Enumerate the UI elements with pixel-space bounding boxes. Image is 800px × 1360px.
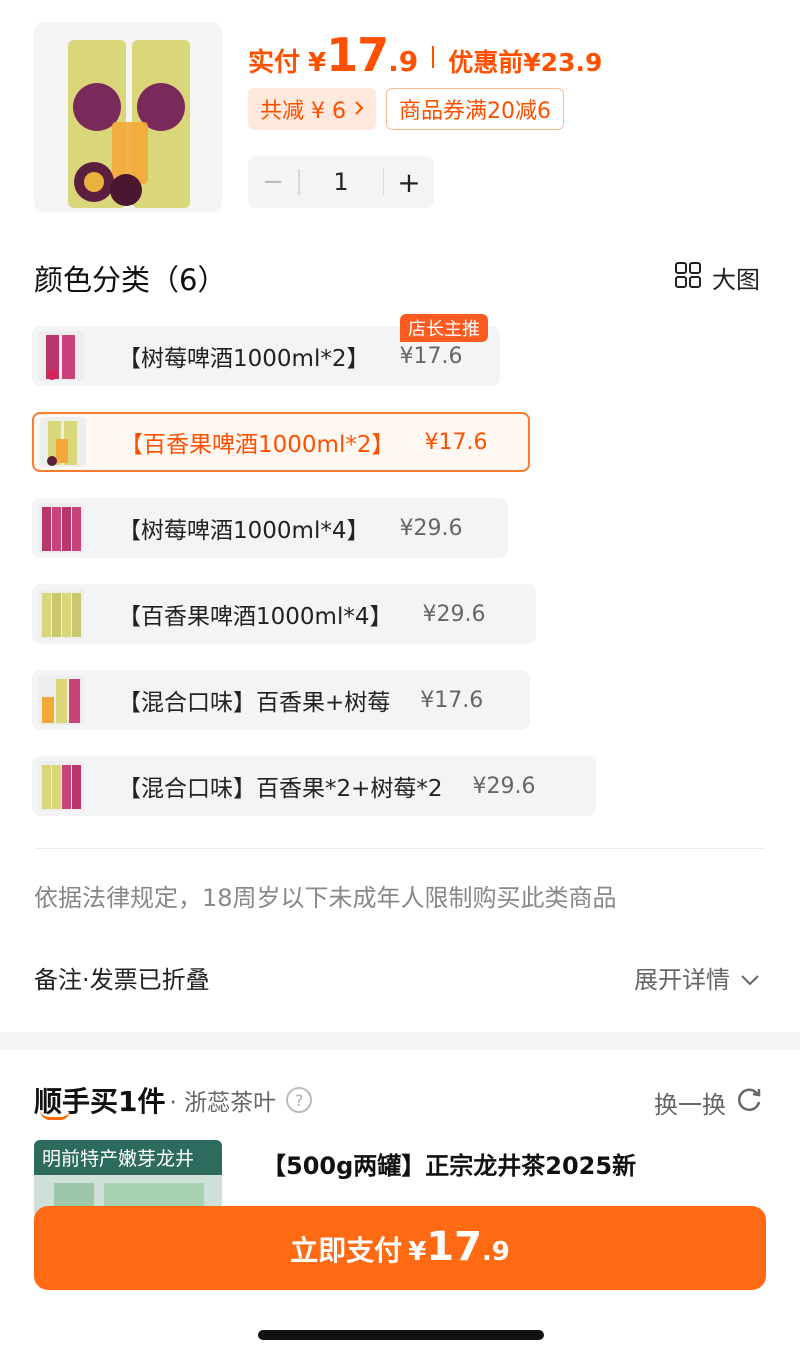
variant-name: 【混合口味】百香果*2+树莓*2: [118, 776, 443, 802]
total-discount-text: 共减 ¥ 6: [260, 99, 346, 124]
quantity-value[interactable]: 1: [300, 168, 383, 196]
grid-icon: [674, 261, 702, 295]
variant-thumbnail: [38, 675, 84, 725]
variant-name: 【树莓啤酒1000ml*4】: [118, 518, 370, 544]
variant-price: ¥17.6: [424, 429, 488, 455]
variant-price: ¥29.6: [422, 601, 486, 627]
product-thumbnail[interactable]: [34, 22, 222, 212]
smile-logo-icon: [40, 1110, 70, 1120]
original-label: 优惠前: [448, 48, 524, 77]
add-on-title: 顺手买1件: [34, 1080, 165, 1120]
price-separator: [432, 46, 435, 68]
variant-thumbnail: [40, 417, 86, 467]
price-line: 实付 ¥ 17 .9 优惠前 ¥23.9: [248, 28, 602, 82]
expand-details-button[interactable]: 展开详情: [634, 960, 760, 995]
product-header: 实付 ¥ 17 .9 优惠前 ¥23.9 共减 ¥ 6 商品券满20减6 − 1…: [0, 0, 800, 230]
variant-option-mixed-2[interactable]: 【混合口味】百香果+树莓 ¥17.6: [32, 670, 530, 730]
variant-price: ¥17.6: [420, 687, 484, 713]
variant-name: 【百香果啤酒1000ml*2】: [120, 432, 395, 458]
question-icon[interactable]: ?: [286, 1087, 313, 1113]
variant-price: ¥29.6: [399, 515, 463, 541]
expand-details-label: 展开详情: [634, 966, 730, 994]
swap-button[interactable]: 换一换: [654, 1084, 764, 1120]
recommend-tag: 店长主推: [400, 314, 488, 342]
discount-chips: 共减 ¥ 6 商品券满20减6: [248, 88, 564, 130]
remark-invoice-label: 备注·发票已折叠: [34, 966, 210, 994]
variant-option-mixed-4[interactable]: 【混合口味】百香果*2+树莓*2 ¥29.6: [32, 756, 596, 816]
add-on-header: 顺手买1件 · 浙蕊茶叶 ?: [34, 1080, 313, 1120]
variant-thumbnail: [38, 503, 84, 553]
add-on-item-banner: 明前特产嫩芽龙井: [34, 1140, 222, 1175]
variant-thumbnail: [38, 761, 84, 811]
large-image-label: 大图: [712, 266, 760, 294]
original-price: ¥23.9: [523, 48, 603, 77]
increase-button[interactable]: +: [384, 166, 434, 199]
pay-currency: ¥: [408, 1237, 427, 1267]
price-integer: 17: [326, 28, 389, 82]
refresh-icon: [734, 1084, 764, 1120]
variant-option-raspberry-4[interactable]: 【树莓啤酒1000ml*4】 ¥29.6: [32, 498, 508, 558]
variant-option-passionfruit-2[interactable]: 【百香果啤酒1000ml*2】 ¥17.6: [32, 412, 530, 472]
section-gap: [0, 1032, 800, 1050]
pay-label: 立即支付: [290, 1234, 403, 1267]
add-on-item-name[interactable]: 【500g两罐】正宗龙井茶2025新: [262, 1146, 636, 1181]
pay-price-integer: 17: [426, 1224, 482, 1270]
home-indicator[interactable]: [258, 1330, 544, 1340]
price-decimal: .9: [388, 45, 419, 78]
decrease-button[interactable]: −: [248, 167, 298, 197]
variant-price: ¥17.6: [399, 343, 463, 369]
divider: [34, 848, 766, 849]
pay-price-decimal: .9: [481, 1237, 510, 1267]
add-on-store[interactable]: · 浙蕊茶叶: [169, 1083, 276, 1117]
total-discount-chip[interactable]: 共减 ¥ 6: [248, 88, 376, 130]
swap-label: 换一换: [654, 1090, 726, 1119]
chevron-down-icon: [740, 964, 760, 992]
large-image-toggle[interactable]: 大图: [674, 260, 760, 295]
chevron-right-icon: [354, 97, 364, 122]
paid-label: 实付: [248, 48, 301, 78]
pay-now-button[interactable]: 立即支付 ¥ 17 .9: [34, 1206, 766, 1290]
variant-thumbnail: [38, 331, 84, 381]
variant-name: 【混合口味】百香果+树莓: [118, 690, 391, 716]
variant-thumbnail: [38, 589, 84, 639]
variant-section-title: 颜色分类（6）: [34, 263, 227, 297]
age-restriction-notice: 依据法律规定，18周岁以下未成年人限制购买此类商品: [34, 884, 617, 912]
variant-name: 【百香果啤酒1000ml*4】: [118, 604, 393, 630]
variant-option-passionfruit-4[interactable]: 【百香果啤酒1000ml*4】 ¥29.6: [32, 584, 536, 644]
coupon-chip[interactable]: 商品券满20减6: [385, 88, 564, 130]
quantity-stepper: − 1 +: [248, 156, 434, 208]
variant-price: ¥29.6: [472, 773, 536, 799]
variant-name: 【树莓啤酒1000ml*2】: [118, 346, 370, 372]
currency-symbol: ¥: [308, 48, 327, 78]
